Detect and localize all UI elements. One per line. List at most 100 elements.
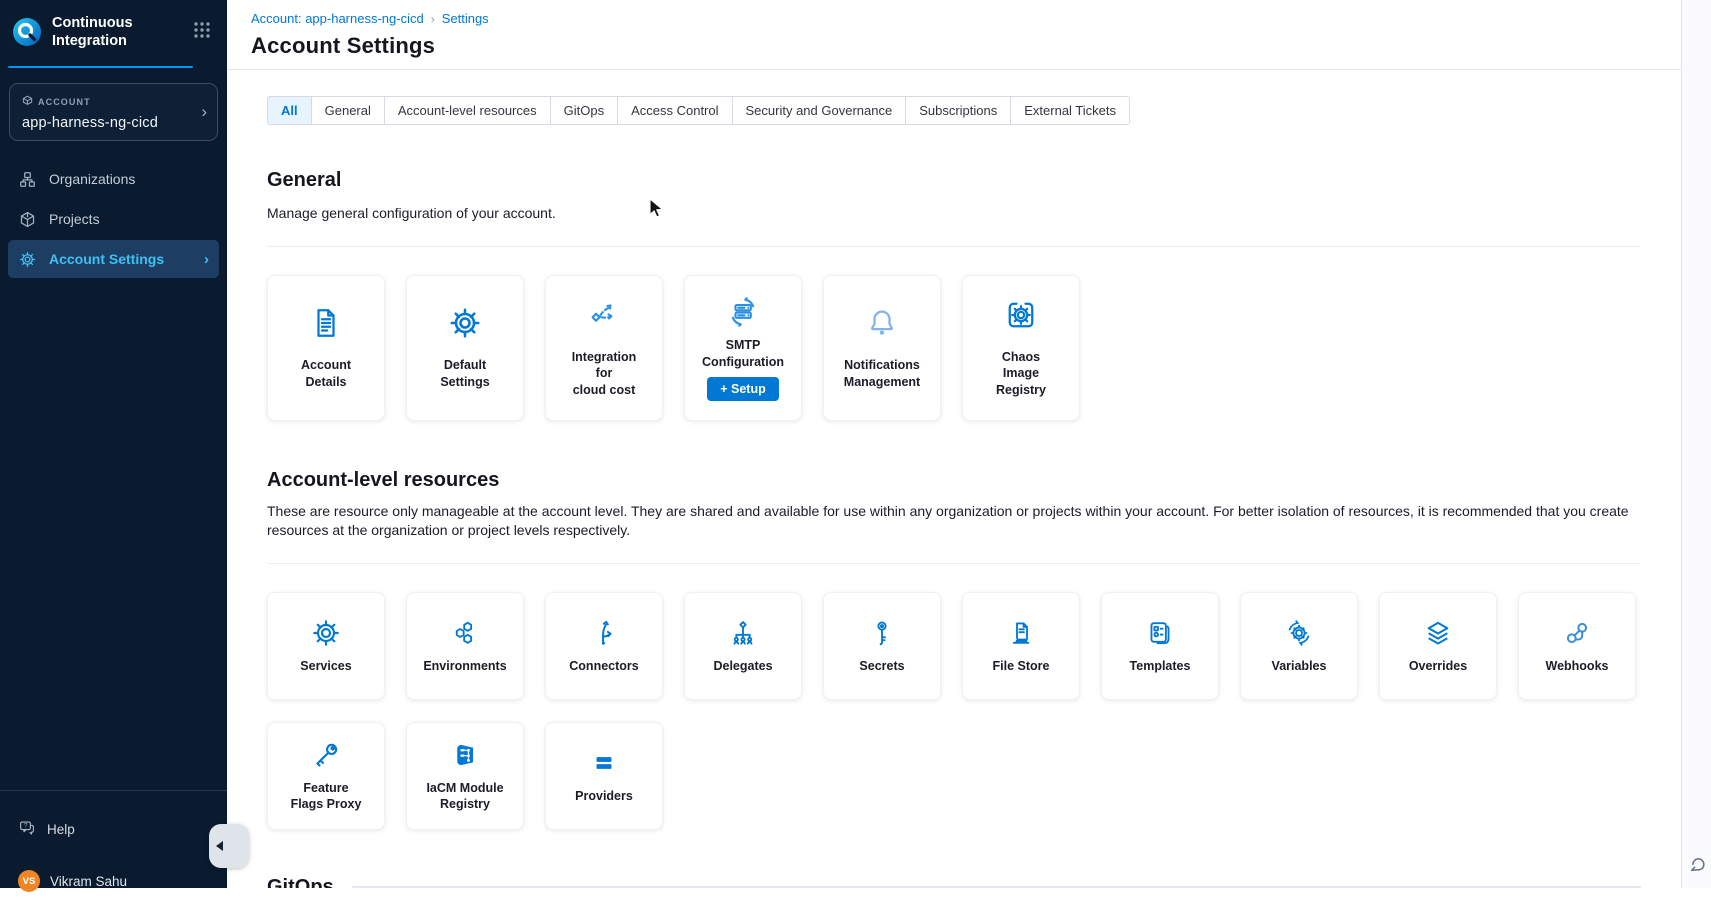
card-feature-flags-proxy[interactable]: Feature Flags Proxy [267, 722, 385, 830]
double-bars-icon [588, 747, 620, 779]
gear-icon [447, 305, 483, 341]
help-button[interactable]: ? Help [8, 812, 85, 846]
sidebar: Continuous Integration ACCOUNT app-harne… [0, 0, 227, 888]
tab-external-tickets[interactable]: External Tickets [1010, 96, 1130, 125]
document-icon [308, 305, 344, 341]
tab-general[interactable]: General [311, 96, 385, 125]
resources-description: These are resource only manageable at th… [267, 502, 1637, 541]
key-diagonal-icon [310, 739, 342, 771]
card-label: Chaos Image Registry [992, 349, 1050, 398]
card-integration-cloud-cost[interactable]: Integration for cloud cost [545, 275, 663, 421]
gear-icon [17, 250, 37, 269]
card-connectors[interactable]: Connectors [545, 592, 663, 700]
resource-center-chat-icon[interactable] [1686, 852, 1708, 879]
breadcrumb: Account: app-harness-ng-cicd › Settings [251, 11, 1681, 26]
card-account-details[interactable]: Account Details [267, 275, 385, 421]
hierarchy-icon [727, 617, 759, 649]
card-label: Variables [1268, 658, 1331, 674]
card-variables[interactable]: Variables [1240, 592, 1358, 700]
branch-share-icon [586, 297, 622, 333]
sidebar-item-label: Projects [49, 211, 100, 227]
resources-heading: Account-level resources [267, 469, 1641, 492]
card-label: Templates [1126, 658, 1195, 674]
tab-gitops[interactable]: GitOps [550, 96, 618, 125]
card-default-settings[interactable]: Default Settings [406, 275, 524, 421]
chevron-right-icon: › [204, 251, 209, 268]
card-webhooks[interactable]: Webhooks [1518, 592, 1636, 700]
sidebar-item-account-settings[interactable]: Account Settings › [8, 240, 219, 278]
tab-subscriptions[interactable]: Subscriptions [905, 96, 1011, 125]
chevron-right-icon: › [201, 102, 207, 122]
card-label: Webhooks [1542, 658, 1613, 674]
hexagons-icon [449, 617, 481, 649]
card-environments[interactable]: Environments [406, 592, 524, 700]
card-templates[interactable]: Templates [1101, 592, 1219, 700]
card-label: IaCM Module Registry [422, 780, 507, 813]
card-label: SMTP Configuration [698, 337, 788, 370]
breadcrumb-settings-link[interactable]: Settings [442, 11, 489, 26]
avatar: VS [18, 870, 40, 892]
sidebar-item-projects[interactable]: Projects [8, 200, 219, 238]
settings-tabbar: All General Account-level resources GitO… [267, 96, 1130, 125]
resource-cards: Services Environments [267, 592, 1641, 830]
fork-arrows-icon [588, 617, 620, 649]
breadcrumb-separator: › [431, 12, 435, 26]
sidebar-divider [0, 790, 227, 791]
card-smtp-configuration[interactable]: SMTP Configuration + Setup [684, 275, 802, 421]
help-chat-icon: ? [18, 819, 36, 840]
sidebar-collapse-handle[interactable] [209, 824, 249, 868]
account-name: app-harness-ng-cicd [22, 115, 205, 131]
card-secrets[interactable]: Secrets [823, 592, 941, 700]
breadcrumb-account-link[interactable]: Account: app-harness-ng-cicd [251, 11, 424, 26]
account-label: ACCOUNT [38, 97, 91, 107]
card-label: Connectors [565, 658, 642, 674]
card-label: Feature Flags Proxy [287, 780, 366, 813]
harness-ci-logo-icon [12, 17, 42, 47]
card-label: Services [296, 658, 355, 674]
account-selector[interactable]: ACCOUNT app-harness-ng-cicd › [10, 84, 217, 140]
gear-sync-icon [1283, 617, 1315, 649]
card-delegates[interactable]: Delegates [684, 592, 802, 700]
tab-access-control[interactable]: Access Control [617, 96, 732, 125]
card-overrides[interactable]: Overrides [1379, 592, 1497, 700]
sidebar-item-label: Organizations [49, 171, 135, 187]
server-sync-icon [725, 294, 761, 330]
card-label: Delegates [709, 658, 776, 674]
org-chart-icon [17, 170, 37, 189]
file-stand-icon [1005, 617, 1037, 649]
sidebar-item-label: Account Settings [49, 251, 164, 267]
card-label: Account Details [297, 357, 355, 390]
framed-gear-icon [1003, 297, 1039, 333]
section-gitops-header: GitOps [267, 876, 1641, 888]
chain-link-icon [1561, 617, 1593, 649]
card-providers[interactable]: Providers [545, 722, 663, 830]
card-label: Notifications Management [840, 357, 924, 390]
general-heading: General [267, 169, 1641, 192]
tab-security-and-governance[interactable]: Security and Governance [732, 96, 907, 125]
card-file-store[interactable]: File Store [962, 592, 1080, 700]
cube-icon [17, 210, 37, 229]
user-name: Vikram Sahu [50, 874, 127, 889]
page-header: Account: app-harness-ng-cicd › Settings … [227, 0, 1681, 70]
tab-all[interactable]: All [267, 96, 312, 125]
card-iacm-module-registry[interactable]: IaCM Module Registry [406, 722, 524, 830]
sidebar-header: Continuous Integration [0, 0, 227, 62]
card-label: Providers [571, 788, 637, 804]
main-content: All General Account-level resources GitO… [227, 70, 1681, 888]
card-notifications-management[interactable]: Notifications Management [823, 275, 941, 421]
key-vertical-icon [866, 617, 898, 649]
module-switcher-grid-icon[interactable] [191, 19, 213, 46]
sidebar-item-organizations[interactable]: Organizations [8, 160, 219, 198]
smtp-setup-button[interactable]: + Setup [707, 377, 779, 401]
card-chaos-image-registry[interactable]: Chaos Image Registry [962, 275, 1080, 421]
help-label: Help [47, 822, 75, 837]
section-account-level-resources: Account-level resources These are resour… [267, 469, 1641, 830]
card-services[interactable]: Services [267, 592, 385, 700]
page-title: Account Settings [251, 33, 1681, 59]
divider [267, 563, 1641, 564]
layers-icon [1422, 617, 1454, 649]
tab-account-level-resources[interactable]: Account-level resources [384, 96, 551, 125]
right-gutter [1681, 0, 1711, 888]
user-profile[interactable]: VS Vikram Sahu [8, 864, 137, 898]
sidebar-accent-line [8, 66, 193, 68]
